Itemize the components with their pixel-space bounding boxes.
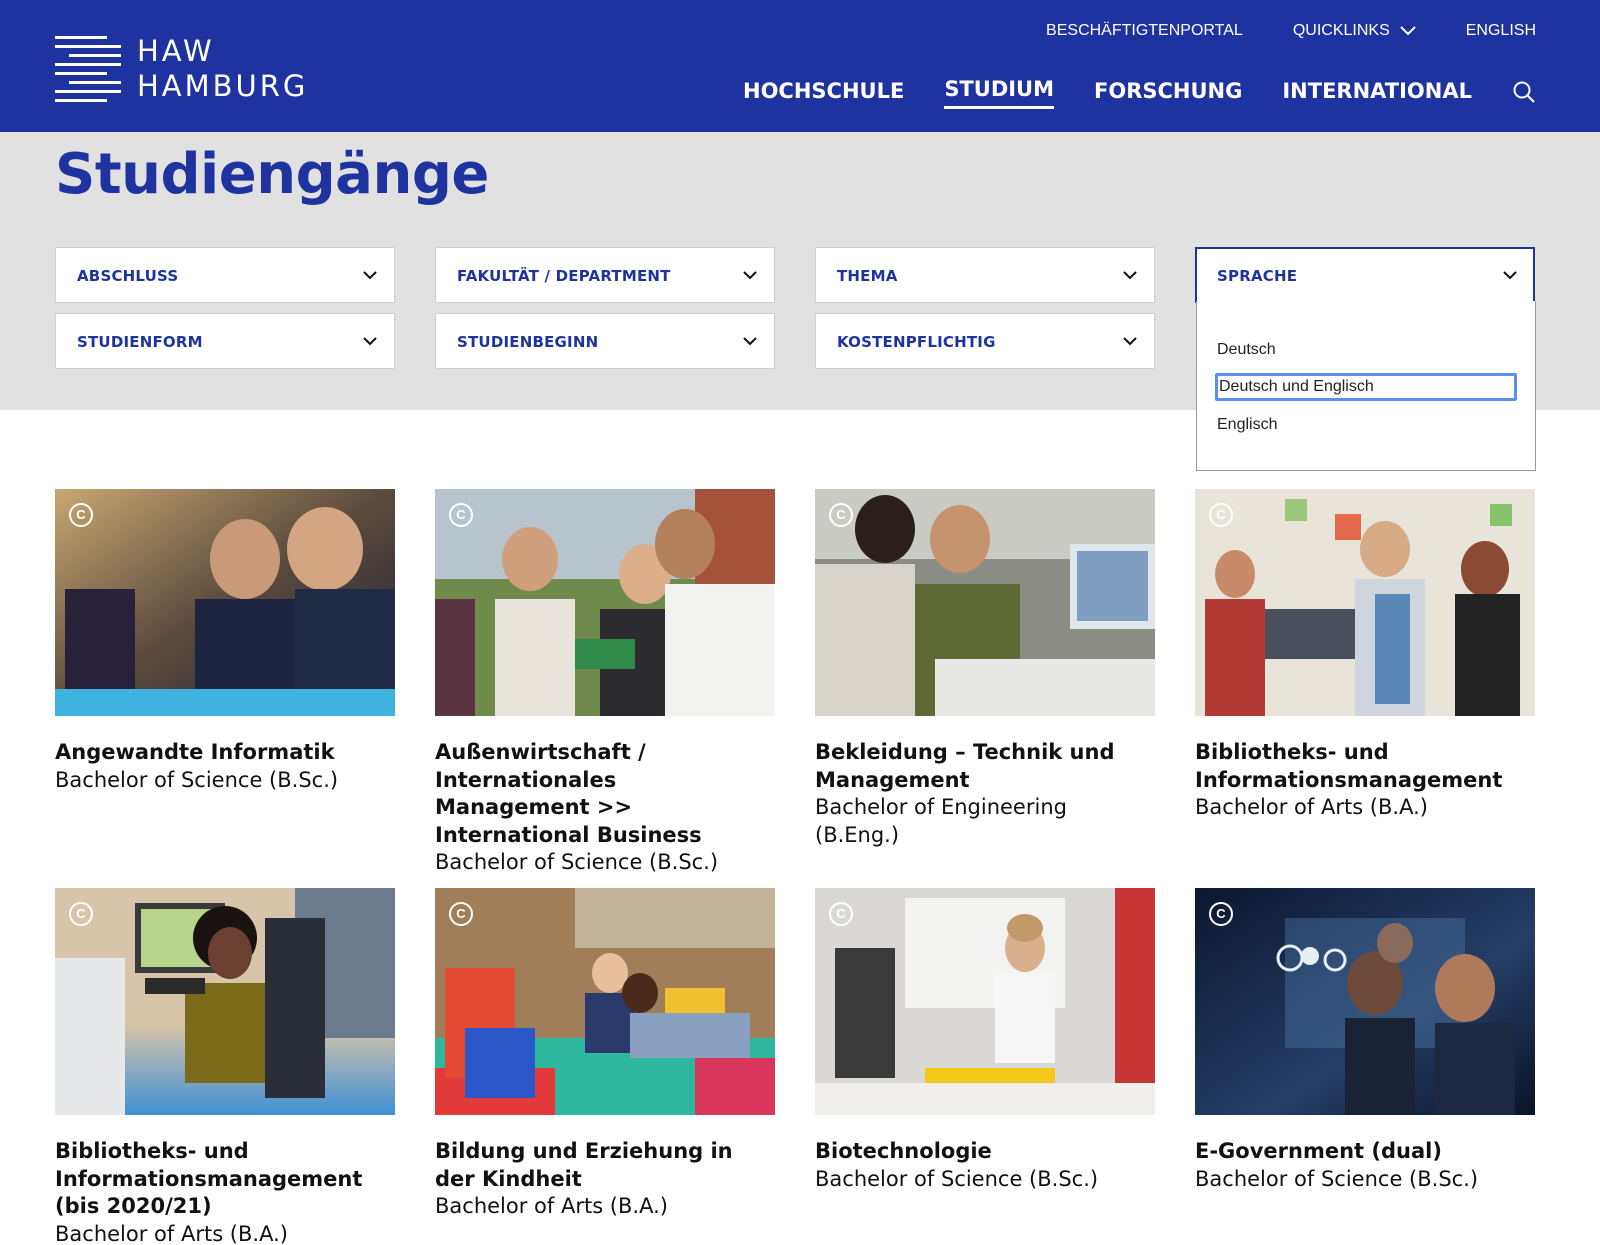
program-degree: Bachelor of Science (B.Sc.)	[1195, 1166, 1479, 1191]
filter-abschluss[interactable]: ABSCHLUSS	[55, 247, 395, 303]
program-title: Bibliotheks- und Informationsmanagement …	[1195, 739, 1535, 822]
program-name: E-Government (dual)	[1195, 1139, 1442, 1163]
util-link-quicklinks[interactable]: QUICKLINKS	[1293, 20, 1416, 42]
program-title: Außenwirtschaft / Internationales Manage…	[435, 739, 775, 877]
copyright-icon[interactable]: C	[449, 503, 473, 527]
haw-logo-icon	[55, 36, 121, 102]
program-photo: C	[55, 489, 395, 716]
logo-wordmark: HAW HAMBURG	[137, 34, 309, 103]
program-title: Biotechnologie Bachelor of Science (B.Sc…	[815, 1138, 1155, 1193]
filter-label: STUDIENFORM	[77, 333, 203, 351]
program-photo: C	[55, 888, 395, 1115]
program-degree: Bachelor of Arts (B.A.)	[55, 1221, 288, 1245]
sprache-dropdown-list: Deutsch Deutsch und Englisch Englisch	[1196, 301, 1536, 471]
program-title: Angewandte Informatik Bachelor of Scienc…	[55, 739, 395, 794]
util-link-label: BESCHÄFTIGTENPORTAL	[1046, 22, 1243, 39]
program-photo: C	[435, 489, 775, 716]
nav-item-hochschule[interactable]: HOCHSCHULE	[743, 76, 904, 108]
nav-item-forschung[interactable]: FORSCHUNG	[1094, 76, 1242, 108]
option-deutsch[interactable]: Deutsch	[1217, 339, 1276, 361]
chevron-down-icon	[1503, 271, 1517, 280]
chevron-down-icon	[363, 271, 377, 280]
program-photo: C	[1195, 489, 1535, 716]
filter-studienbeginn[interactable]: STUDIENBEGINN	[435, 313, 775, 369]
util-link-beschaeftigtenportal[interactable]: BESCHÄFTIGTENPORTAL	[1046, 20, 1243, 42]
copyright-icon[interactable]: C	[449, 902, 473, 926]
program-name: Bildung und Erziehung in der Kindheit	[435, 1139, 733, 1191]
chevron-down-icon	[1400, 26, 1416, 36]
filter-label: STUDIENBEGINN	[457, 333, 599, 351]
filter-label: FAKULTÄT / DEPARTMENT	[457, 267, 671, 285]
program-name: Bibliotheks- und Informationsmanagement	[1195, 740, 1503, 792]
copyright-icon[interactable]: C	[69, 503, 93, 527]
copyright-icon[interactable]: C	[69, 902, 93, 926]
program-degree: Bachelor of Science (B.Sc.)	[55, 767, 339, 792]
filter-sprache[interactable]: SPRACHE	[1195, 247, 1535, 303]
main-nav: HOCHSCHULE STUDIUM FORSCHUNG INTERNATION…	[743, 74, 1536, 109]
program-photo: C	[1195, 888, 1535, 1115]
copyright-icon[interactable]: C	[1209, 503, 1233, 527]
program-degree: Bachelor of Arts (B.A.)	[435, 1194, 668, 1218]
chevron-down-icon	[1123, 337, 1137, 346]
site-header: HAW HAMBURG BESCHÄFTIGTENPORTAL QUICKLIN…	[0, 0, 1600, 132]
filter-label: SPRACHE	[1217, 267, 1298, 285]
chevron-down-icon	[1123, 271, 1137, 280]
filter-fakultaet[interactable]: FAKULTÄT / DEPARTMENT	[435, 247, 775, 303]
program-photo: C	[815, 489, 1155, 716]
utility-nav: BESCHÄFTIGTENPORTAL QUICKLINKS ENGLISH	[1046, 20, 1536, 42]
program-name: Biotechnologie	[815, 1139, 992, 1163]
program-title: Bildung und Erziehung in der Kindheit Ba…	[435, 1138, 775, 1221]
util-link-label: ENGLISH	[1465, 22, 1536, 39]
copyright-icon[interactable]: C	[1209, 902, 1233, 926]
filter-thema[interactable]: THEMA	[815, 247, 1155, 303]
filter-label: THEMA	[837, 267, 898, 285]
program-name: Bibliotheks- und Informationsmanagement …	[55, 1139, 363, 1218]
filter-label: ABSCHLUSS	[77, 267, 179, 285]
util-link-label: QUICKLINKS	[1292, 22, 1390, 39]
program-degree: Bachelor of Science (B.Sc.)	[435, 850, 719, 874]
util-link-english[interactable]: ENGLISH	[1466, 20, 1536, 42]
search-icon[interactable]	[1512, 80, 1536, 104]
program-name: Bekleidung – Technik und Management	[815, 740, 1115, 792]
option-englisch[interactable]: Englisch	[1217, 414, 1277, 436]
nav-item-studium[interactable]: STUDIUM	[944, 74, 1055, 109]
chevron-down-icon	[363, 337, 377, 346]
program-photo: C	[815, 888, 1155, 1115]
program-title: Bibliotheks- und Informationsmanagement …	[55, 1138, 395, 1245]
program-name: Außenwirtschaft / Internationales Manage…	[435, 740, 702, 847]
program-photo: C	[435, 888, 775, 1115]
program-title: E-Government (dual) Bachelor of Science …	[1195, 1138, 1535, 1193]
filter-kostenpflichtig[interactable]: KOSTENPFLICHTIG	[815, 313, 1155, 369]
program-title: Bekleidung – Technik und Management Bach…	[815, 739, 1155, 849]
nav-item-international[interactable]: INTERNATIONAL	[1282, 76, 1472, 108]
chevron-down-icon	[743, 337, 757, 346]
program-degree: Bachelor of Engineering (B.Eng.)	[815, 795, 1067, 847]
filter-studienform[interactable]: STUDIENFORM	[55, 313, 395, 369]
program-degree: Bachelor of Arts (B.A.)	[1195, 795, 1428, 819]
program-degree: Bachelor of Science (B.Sc.)	[815, 1166, 1099, 1191]
chevron-down-icon	[743, 271, 757, 280]
option-deutsch-und-englisch[interactable]: Deutsch und Englisch	[1215, 373, 1517, 401]
filter-label: KOSTENPFLICHTIG	[837, 333, 996, 351]
copyright-icon[interactable]: C	[829, 902, 853, 926]
program-name: Angewandte Informatik	[55, 740, 335, 764]
page-title: Studiengänge	[55, 142, 489, 207]
copyright-icon[interactable]: C	[829, 503, 853, 527]
haw-hamburg-logo[interactable]: HAW HAMBURG	[55, 34, 325, 106]
